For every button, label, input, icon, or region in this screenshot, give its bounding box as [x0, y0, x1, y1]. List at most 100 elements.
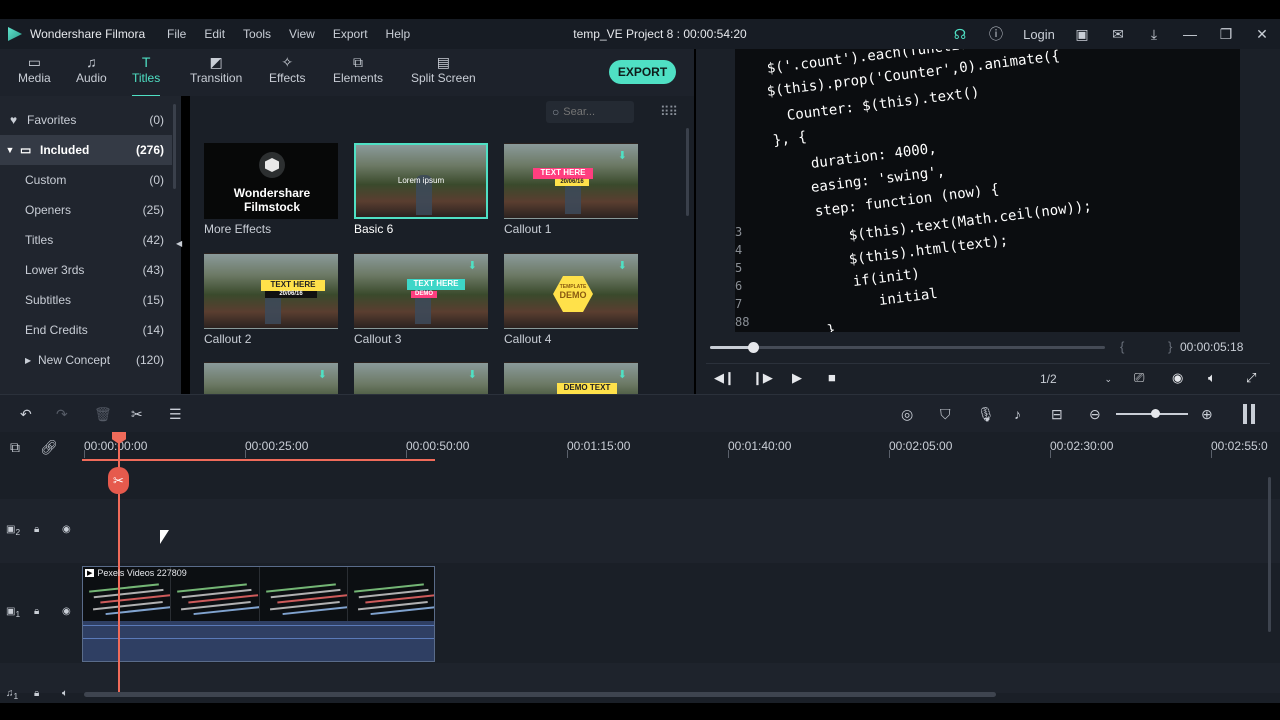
- menu-help[interactable]: Help: [377, 27, 420, 41]
- track-video-2[interactable]: [0, 499, 1280, 563]
- tab-transition[interactable]: ◩ Transition: [190, 53, 242, 93]
- minimize-icon[interactable]: —: [1172, 19, 1208, 49]
- timeline-horizontal-scrollbar[interactable]: [84, 692, 996, 697]
- collapse-sidebar-icon[interactable]: ◀: [176, 239, 182, 248]
- download-icon[interactable]: ⬇: [468, 259, 477, 272]
- eye-icon[interactable]: ◉: [62, 524, 71, 535]
- sidebar-item-end-credits[interactable]: End Credits (14): [0, 315, 172, 345]
- title-card-more-effects[interactable]: Wondershare Filmstock More Effects: [204, 143, 338, 236]
- snap-icon[interactable]: ⊟: [1051, 406, 1063, 423]
- menu-tools[interactable]: Tools: [234, 27, 280, 41]
- title-card-row3-2[interactable]: ⬇: [354, 362, 488, 394]
- tab-titles[interactable]: T Titles: [132, 53, 161, 97]
- zoom-in-icon[interactable]: ⊕: [1201, 406, 1213, 423]
- adjust-icon[interactable]: ☰: [169, 406, 182, 423]
- sidebar-item-favorites[interactable]: ♥ Favorites (0): [0, 105, 172, 135]
- ruler-label: 00:00:50:00: [406, 439, 470, 453]
- title-card-row3-1[interactable]: ⬇: [204, 362, 338, 394]
- restore-icon[interactable]: ❐: [1208, 19, 1244, 49]
- filmstock-logo-icon: [259, 152, 285, 178]
- tab-effects[interactable]: ✧ Effects: [269, 53, 305, 93]
- render-icon[interactable]: ◎: [901, 406, 913, 423]
- title-card-callout-1[interactable]: ⬇ TEXT HERE 20/06/16 Callout 1: [504, 143, 638, 236]
- timeline-vertical-scrollbar[interactable]: [1268, 477, 1271, 632]
- tab-split-screen[interactable]: ▤ Split Screen: [411, 53, 476, 93]
- sidebar-item-label: Favorites: [27, 113, 77, 127]
- lock-icon[interactable]: 🔒︎: [34, 606, 39, 617]
- tab-media[interactable]: ▭ Media: [18, 53, 51, 93]
- title-card-callout-4[interactable]: ⬇ TEMPLATE DEMO Callout 4: [504, 253, 638, 346]
- sidebar-item-titles[interactable]: Titles (42): [0, 225, 172, 255]
- preview-progress-bar[interactable]: [710, 342, 1105, 353]
- delete-icon[interactable]: 🗑︎: [94, 406, 112, 423]
- download-icon[interactable]: ⬇: [618, 149, 627, 162]
- download-icon[interactable]: ⬇: [618, 259, 627, 272]
- preview-quality-select[interactable]: 1/2 ⌄: [1032, 369, 1112, 389]
- sidebar-item-new-concept[interactable]: ▶ New Concept (120): [0, 345, 172, 375]
- sidebar-item-custom[interactable]: Custom (0): [0, 165, 172, 195]
- search-input[interactable]: [563, 106, 624, 118]
- menu-edit[interactable]: Edit: [195, 27, 234, 41]
- zoom-out-icon[interactable]: ⊖: [1089, 406, 1101, 423]
- speaker-icon[interactable]: 🔈︎: [62, 688, 68, 699]
- marker-icon[interactable]: ⛉: [940, 406, 951, 423]
- stop-icon[interactable]: ■: [828, 370, 836, 385]
- save-icon[interactable]: ▣: [1064, 19, 1100, 49]
- tab-audio[interactable]: ♫ Audio: [76, 53, 107, 93]
- step-forward-icon[interactable]: ❙▶: [752, 370, 773, 386]
- headset-support-icon[interactable]: ☊: [942, 19, 978, 49]
- lock-icon[interactable]: 🔒︎: [34, 688, 39, 699]
- microphone-icon[interactable]: 🎙︎: [977, 406, 995, 423]
- card-label: More Effects: [204, 222, 272, 236]
- title-card-callout-3[interactable]: ⬇ TEXT HERE DEMO Callout 3: [354, 253, 488, 346]
- preview-progress-handle[interactable]: [748, 342, 760, 353]
- split-scissors-icon[interactable]: ✂: [108, 467, 129, 494]
- grid-view-icon[interactable]: ⠿⠿: [660, 104, 678, 120]
- download-icon[interactable]: ⬇: [318, 368, 327, 381]
- title-card-basic-6[interactable]: Lorem ipsum Basic 6: [354, 143, 488, 236]
- title-card-callout-2[interactable]: TEXT HERE 20/06/16 Callout 2: [204, 253, 338, 346]
- display-icon[interactable]: ⎚: [1134, 370, 1144, 386]
- login-button[interactable]: Login: [1014, 19, 1064, 49]
- undo-icon[interactable]: ↶: [20, 406, 32, 423]
- cut-icon[interactable]: ✂: [131, 406, 143, 423]
- step-back-icon[interactable]: ◀❙: [714, 370, 735, 386]
- download-icon[interactable]: ⬇: [618, 368, 627, 381]
- download-icon[interactable]: ⤓: [1136, 19, 1172, 49]
- link-icon[interactable]: 🔗︎: [40, 439, 58, 456]
- track-empty-area[interactable]: [0, 462, 1280, 498]
- sidebar-item-included[interactable]: ▼ ▭ Included (276): [0, 135, 172, 165]
- audio-mixer-icon[interactable]: ♪: [1014, 406, 1021, 422]
- library-scrollbar[interactable]: [686, 128, 689, 216]
- sidebar-item-openers[interactable]: Openers (25): [0, 195, 172, 225]
- sidebar-scrollbar[interactable]: [173, 104, 176, 189]
- info-icon[interactable]: ⓘ: [978, 19, 1014, 49]
- code-line: initial: [878, 285, 939, 309]
- card-label: Callout 1: [504, 222, 552, 236]
- snapshot-icon[interactable]: ◉: [1172, 370, 1183, 386]
- volume-icon[interactable]: 🔈︎: [1208, 370, 1216, 386]
- menu-file[interactable]: File: [158, 27, 195, 41]
- menu-export[interactable]: Export: [324, 27, 377, 41]
- tab-elements[interactable]: ⧉ Elements: [333, 53, 383, 93]
- add-track-icon[interactable]: ⧉: [10, 439, 20, 456]
- pause-icon[interactable]: [1243, 404, 1255, 424]
- title-card-row3-3[interactable]: ⬇ DEMO TEXT: [504, 362, 638, 394]
- sidebar-item-lower-3rds[interactable]: Lower 3rds (43): [0, 255, 172, 285]
- close-icon[interactable]: ✕: [1244, 19, 1280, 49]
- library-search[interactable]: ○: [546, 101, 634, 123]
- zoom-slider-handle[interactable]: [1151, 409, 1160, 418]
- play-icon[interactable]: ▶: [792, 370, 802, 386]
- eye-icon[interactable]: ◉: [62, 606, 71, 617]
- lock-icon[interactable]: 🔒︎: [34, 524, 39, 535]
- sidebar-item-subtitles[interactable]: Subtitles (15): [0, 285, 172, 315]
- video-clip[interactable]: ▶ Pexels Videos 227809: [82, 566, 435, 662]
- redo-icon[interactable]: ↷: [56, 406, 68, 423]
- export-button[interactable]: EXPORT: [609, 60, 676, 84]
- folder-icon: ▭: [27, 54, 41, 70]
- mail-icon[interactable]: ✉: [1100, 19, 1136, 49]
- menu-view[interactable]: View: [280, 27, 324, 41]
- fullscreen-icon[interactable]: ⤢: [1246, 370, 1256, 386]
- download-icon[interactable]: ⬇: [468, 368, 477, 381]
- track-audio-1[interactable]: [0, 663, 1280, 693]
